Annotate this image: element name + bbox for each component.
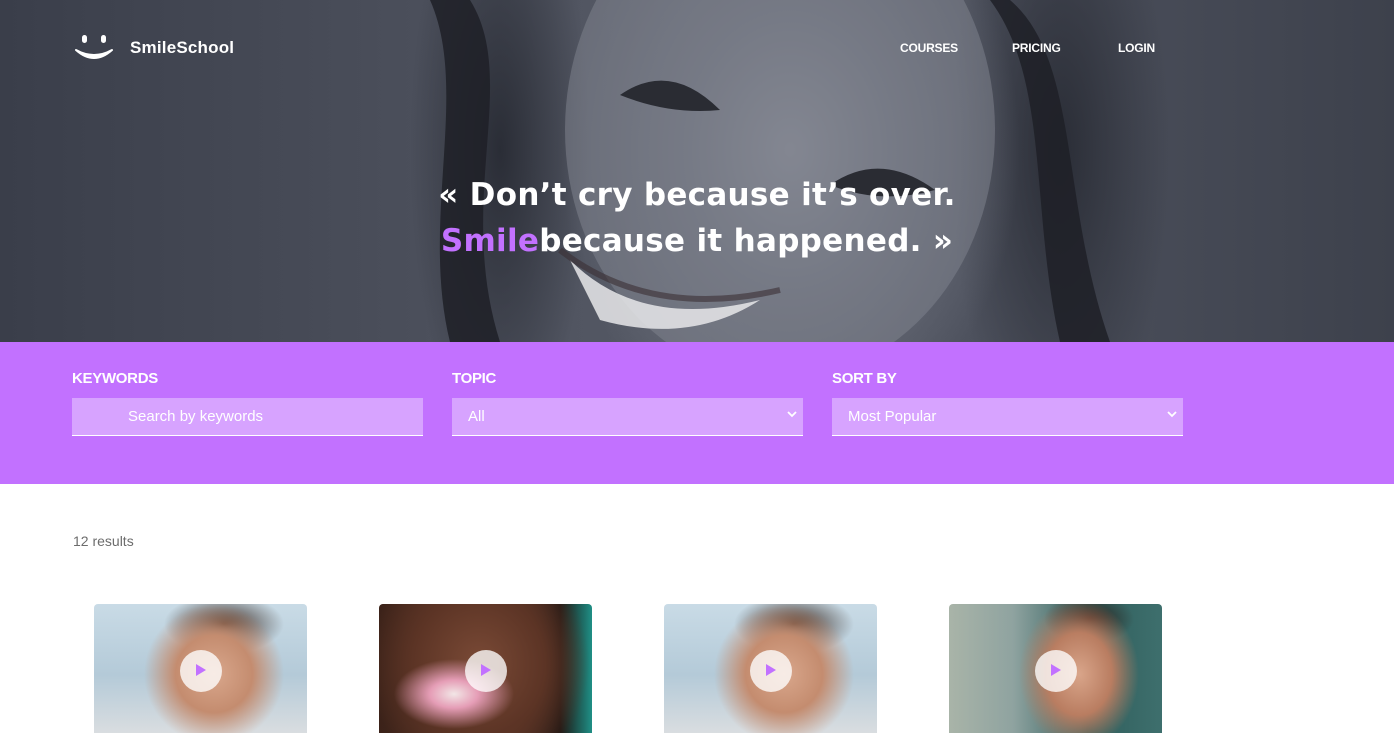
keywords-placeholder: Search by keywords: [128, 408, 264, 425]
topic-label: TOPIC: [452, 370, 497, 387]
topic-filter: TOPIC All: [452, 370, 803, 436]
sort-filter: SORT BY Most Popular: [832, 370, 1183, 436]
sort-selected-value: Most Popular: [848, 408, 937, 425]
sort-select[interactable]: Most Popular: [832, 398, 1183, 436]
play-button[interactable]: [180, 650, 222, 692]
topic-select[interactable]: All: [452, 398, 803, 436]
keywords-label: KEYWORDS: [72, 370, 158, 387]
keywords-search-input[interactable]: Search by keywords: [72, 398, 423, 436]
chevron-down-icon: [1167, 411, 1177, 418]
play-icon: [1051, 664, 1061, 676]
hero-quote: « Don’t cry because it’s over. Smilebeca…: [0, 172, 1394, 264]
video-card[interactable]: [664, 604, 877, 733]
play-button[interactable]: [1035, 650, 1077, 692]
nav-link-courses[interactable]: COURSES: [900, 41, 958, 55]
quote-line-2-rest: because it happened. »: [539, 223, 954, 259]
play-icon: [766, 664, 776, 676]
hero-banner: SmileSchool COURSES PRICING LOGIN « Don’…: [0, 0, 1394, 342]
results-count: 12 results: [73, 533, 134, 549]
video-card[interactable]: [379, 604, 592, 733]
video-card[interactable]: [94, 604, 307, 733]
chevron-down-icon: [787, 411, 797, 418]
brand-name: SmileSchool: [130, 38, 235, 57]
quote-line-1: « Don’t cry because it’s over.: [438, 177, 956, 213]
topic-selected-value: All: [468, 408, 485, 425]
play-button[interactable]: [750, 650, 792, 692]
quote-line-2: Smilebecause it happened. »: [0, 218, 1394, 264]
play-icon: [196, 664, 206, 676]
nav-link-login[interactable]: LOGIN: [1118, 41, 1155, 55]
keywords-filter: KEYWORDS Search by keywords: [72, 370, 423, 436]
smiley-icon: [75, 35, 113, 59]
nav-link-pricing[interactable]: PRICING: [1012, 41, 1061, 55]
filter-bar: KEYWORDS Search by keywords TOPIC All SO…: [0, 342, 1394, 484]
play-icon: [481, 664, 491, 676]
brand-logo[interactable]: SmileSchool: [74, 30, 234, 66]
video-card[interactable]: [949, 604, 1162, 733]
sort-label: SORT BY: [832, 370, 897, 387]
play-button[interactable]: [465, 650, 507, 692]
quote-accent-word: Smile: [440, 223, 540, 259]
